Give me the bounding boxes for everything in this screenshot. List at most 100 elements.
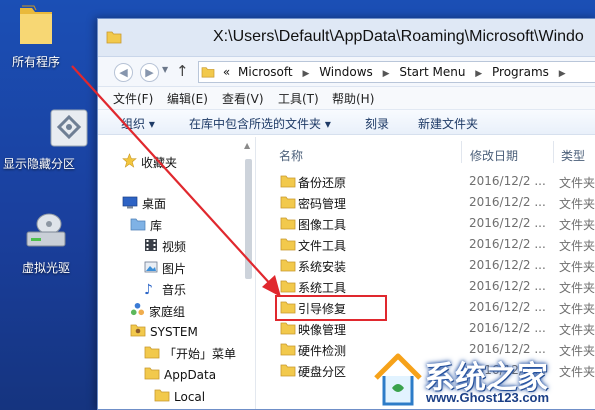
file-row[interactable]: 硬件检测 2016/12/2 ... 文件夹 — [271, 339, 595, 359]
column-header-type[interactable]: 类型 — [561, 147, 585, 164]
window-title: X:\Users\Default\AppData\Roaming\Microso… — [213, 28, 584, 45]
file-name: 映像管理 — [298, 323, 347, 337]
optical-drive-icon — [0, 212, 94, 255]
file-type: 文件夹 — [559, 239, 595, 253]
nav-item-music[interactable]: ♪ 音乐 — [144, 281, 186, 298]
file-date: 2016/12/2 ... — [469, 363, 546, 377]
nav-item-label: 家庭组 — [149, 304, 186, 319]
desktop-icon-all-programs[interactable]: 所有程序 — [0, 2, 84, 70]
scroll-up-icon[interactable]: ▲ — [244, 141, 250, 150]
file-type: 文件夹 — [559, 281, 595, 295]
video-icon — [144, 238, 158, 255]
file-date: 2016/12/2 ... — [469, 279, 546, 293]
nav-item-appdata[interactable]: AppData — [144, 366, 216, 383]
file-name: 密码管理 — [298, 197, 347, 211]
file-row[interactable]: 备份还原 2016/12/2 ... 文件夹 — [271, 171, 595, 191]
file-type: 文件夹 — [559, 323, 595, 337]
column-header-name[interactable]: 名称 — [279, 147, 303, 164]
nav-scrollbar[interactable]: ▲ — [242, 141, 254, 409]
folder-icon — [280, 174, 296, 191]
nav-item-label: 库 — [150, 219, 163, 233]
file-name: 引导修复 — [298, 302, 347, 316]
folder-icon — [280, 216, 296, 233]
breadcrumb-windows[interactable]: Windows — [317, 62, 375, 82]
nav-item-label: Local — [174, 389, 206, 404]
menu-bar: 文件(F) 编辑(E) 查看(V) 工具(T) 帮助(H) — [98, 87, 595, 109]
folder-icon — [144, 345, 160, 362]
folder-icon — [106, 30, 122, 47]
back-button[interactable]: ◀ — [114, 63, 133, 82]
homegroup-icon — [130, 302, 145, 320]
menu-file[interactable]: 文件(F) — [113, 90, 153, 107]
nav-item-videos[interactable]: 视频 — [144, 238, 186, 255]
folder-icon — [280, 363, 296, 380]
menu-edit[interactable]: 编辑(E) — [167, 90, 208, 107]
nav-item-pictures[interactable]: 图片 — [144, 260, 186, 277]
star-icon — [122, 153, 137, 171]
file-type: 文件夹 — [559, 197, 595, 211]
chevron-right-icon[interactable]: ▶ — [379, 64, 394, 84]
file-row[interactable]: 文件工具 2016/12/2 ... 文件夹 — [271, 234, 595, 254]
nav-item-label: AppData — [164, 367, 217, 382]
user-folder-icon — [130, 323, 146, 340]
file-name: 系统工具 — [298, 281, 347, 295]
include-in-library-button[interactable]: 在库中包含所选的文件夹 ▾ — [189, 115, 331, 132]
menu-help[interactable]: 帮助(H) — [332, 90, 374, 107]
folder-icon — [154, 388, 170, 405]
nav-item-system[interactable]: SYSTEM — [130, 323, 198, 340]
folder-icon — [280, 300, 296, 317]
nav-item-desktop[interactable]: 桌面 — [122, 195, 166, 212]
file-name: 备份还原 — [298, 176, 347, 190]
column-divider[interactable] — [461, 141, 462, 163]
file-type: 文件夹 — [559, 176, 595, 190]
menu-view[interactable]: 查看(V) — [222, 90, 264, 107]
menu-tools[interactable]: 工具(T) — [278, 90, 319, 107]
history-dropdown-icon[interactable]: ▼ — [162, 65, 168, 74]
chevron-right-icon[interactable]: ▶ — [471, 64, 486, 84]
navigation-bar: ◀ ▶ ▼ ↑ « Microsoft ▶ Windows ▶ Start Me… — [98, 57, 595, 87]
folder-icon — [199, 64, 217, 84]
nav-item-label: 图片 — [162, 262, 187, 276]
burn-button[interactable]: 刻录 — [365, 115, 389, 132]
file-date: 2016/12/2 ... — [469, 321, 546, 335]
nav-item-homegroup[interactable]: 家庭组 — [130, 302, 185, 320]
breadcrumb-programs[interactable]: Programs — [490, 62, 551, 82]
column-divider[interactable] — [553, 141, 554, 163]
title-bar[interactable]: X:\Users\Default\AppData\Roaming\Microso… — [98, 19, 595, 57]
file-date: 2016/12/2 ... — [469, 195, 546, 209]
address-bar[interactable]: « Microsoft ▶ Windows ▶ Start Menu ▶ Pro… — [198, 61, 595, 83]
nav-item-start-menu[interactable]: 「开始」菜单 — [144, 345, 236, 362]
folder-icon — [280, 195, 296, 212]
file-row[interactable]: 系统工具 2016/12/2 ... 文件夹 — [271, 276, 595, 296]
nav-item-label: 收藏夹 — [141, 155, 178, 170]
desktop-icon-virtual-drive[interactable]: 虚拟光驱 — [0, 212, 94, 276]
file-row-boot-repair[interactable]: 引导修复 2016/12/2 ... 文件夹 — [271, 297, 595, 317]
organize-button[interactable]: 组织 ▾ — [121, 115, 155, 132]
file-row[interactable]: 密码管理 2016/12/2 ... 文件夹 — [271, 192, 595, 212]
new-folder-button[interactable]: 新建文件夹 — [418, 115, 478, 132]
file-row[interactable]: 系统安装 2016/12/2 ... 文件夹 — [271, 255, 595, 275]
nav-item-favorites[interactable]: 收藏夹 — [122, 153, 177, 171]
forward-button[interactable]: ▶ — [140, 63, 159, 82]
nav-item-local[interactable]: Local — [154, 388, 205, 405]
breadcrumb-microsoft[interactable]: Microsoft — [236, 62, 295, 82]
library-icon — [130, 217, 146, 234]
file-row[interactable]: 硬盘分区 2016/12/2 ... 文件夹 — [271, 360, 595, 380]
nav-item-label: 「开始」菜单 — [164, 347, 237, 361]
up-arrow-icon[interactable]: ↑ — [176, 62, 189, 80]
file-name: 硬盘分区 — [298, 365, 347, 379]
breadcrumb-start-menu[interactable]: Start Menu — [397, 62, 467, 82]
file-row[interactable]: 映像管理 2016/12/2 ... 文件夹 — [271, 318, 595, 338]
scrollbar-thumb[interactable] — [245, 159, 252, 279]
nav-item-library[interactable]: 库 — [130, 217, 162, 234]
file-type: 文件夹 — [559, 365, 595, 379]
breadcrumb-overflow[interactable]: « — [221, 62, 232, 82]
chevron-right-icon[interactable]: ▶ — [555, 64, 570, 84]
file-date: 2016/12/2 ... — [469, 216, 546, 230]
chevron-right-icon[interactable]: ▶ — [298, 64, 313, 84]
nav-item-label: 音乐 — [162, 283, 187, 297]
column-header-date[interactable]: 修改日期 — [470, 147, 518, 164]
folder-icon — [0, 2, 84, 49]
content-area: 收藏夹 桌面 库 视频 图片 ♪ 音乐 家庭组 SYSTEM 「开始」菜单 Ap… — [98, 137, 595, 409]
file-row[interactable]: 图像工具 2016/12/2 ... 文件夹 — [271, 213, 595, 233]
